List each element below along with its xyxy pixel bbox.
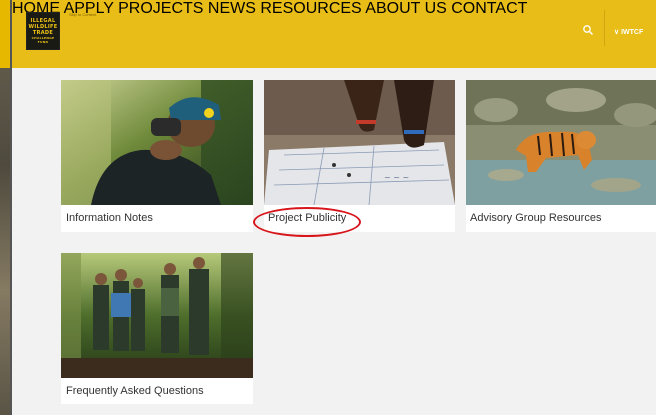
card-information-notes[interactable]: Information Notes [61, 80, 253, 232]
card-frequently-asked-questions[interactable]: Frequently Asked Questions [61, 253, 253, 404]
card-title[interactable]: Frequently Asked Questions [66, 385, 204, 397]
red-highlight-annotation [253, 207, 361, 237]
card-title[interactable]: Advisory Group Resources [470, 212, 601, 224]
forest-rangers-group-photo [61, 253, 253, 378]
card-advisory-group-resources[interactable]: Advisory Group Resources [466, 80, 656, 232]
skip-to-content-link[interactable]: Skip to Content [69, 12, 96, 17]
search-icon[interactable] [582, 24, 594, 36]
nav-divider [604, 10, 605, 46]
logo-line-fund: FUND [37, 40, 49, 44]
binoculars-researcher-photo [61, 80, 253, 205]
site-logo[interactable]: ILLEGAL WILDLIFE TRADE CHALLENGE FUND [26, 12, 60, 50]
nav-about-us[interactable]: ABOUT US [365, 0, 447, 17]
nav-resources[interactable]: RESOURCES [260, 0, 361, 17]
tiger-in-river-photo [466, 80, 656, 205]
nav-news[interactable]: NEWS [208, 0, 256, 17]
nav-projects[interactable]: PROJECTS [118, 0, 203, 17]
language-selector[interactable]: ∨ IWTCF [614, 28, 643, 36]
svg-text:~ ~ ~: ~ ~ ~ [384, 173, 409, 182]
card-title[interactable]: Information Notes [66, 212, 153, 224]
background-page-header-strip [0, 0, 10, 68]
nav-contact[interactable]: CONTACT [451, 0, 527, 17]
community-mapping-photo: ~ ~ ~ [264, 80, 455, 205]
site-header: ILLEGAL WILDLIFE TRADE CHALLENGE FUND Sk… [12, 0, 656, 68]
